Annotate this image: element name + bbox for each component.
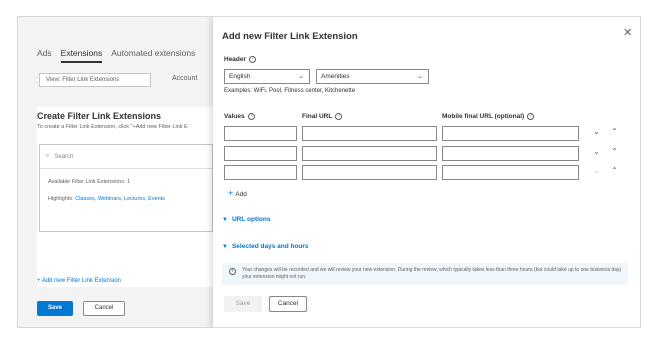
tab-bar: Ads Extensions Automated extensions [37,48,195,63]
move-up-icon[interactable]: ⌃ [610,147,619,156]
value-input-3[interactable] [224,165,297,180]
info-icon: i [229,268,236,275]
highlights-label: Highlights: [48,196,74,202]
tab-extensions[interactable]: Extensions [60,48,103,63]
view-dropdown[interactable]: View: Filter Link Extensions [39,73,151,87]
background-page: Ads Extensions Automated extensions View… [18,17,213,327]
search-icon: ⌕ [46,153,50,159]
header-label: Header? [224,56,257,64]
move-down-icon: ⌄ [593,166,600,175]
chevron-down-icon: ⌄ [298,73,304,80]
highlights-link[interactable]: Classes, Webinars, Lectures, Events [75,196,165,202]
final-url-label-text: Final URL [302,113,333,121]
cancel-button[interactable]: Cancel [269,296,307,312]
final-url-input-1[interactable] [302,126,437,141]
info-icon[interactable]: ? [249,56,257,63]
final-url-input-2[interactable] [302,146,437,161]
value-input-1[interactable] [224,126,297,141]
close-icon[interactable]: ✕ [623,26,632,39]
info-icon[interactable]: ? [335,113,343,120]
chevron-down-icon: ⌄ [417,73,423,80]
values-column-label: Values? [224,113,255,120]
header-category-dropdown[interactable]: Amenities ⌄ [316,69,429,84]
mobile-url-label-text: Mobile final URL (optional) [442,113,525,121]
card-title: Create Filter Link Extensions [37,111,162,121]
info-icon[interactable]: ? [527,113,535,120]
tab-ads[interactable]: Ads [37,48,52,63]
background-cancel-button[interactable]: Cancel [83,301,125,316]
value-input-2[interactable] [224,146,297,161]
language-value: English [229,73,251,80]
search-row[interactable]: ⌕ Search [40,145,212,169]
extensions-list: ⌕ Search Available Filter Link Extension… [39,144,213,232]
mobile-url-input-3[interactable] [442,165,579,180]
chevron-down-icon: ▼ [222,217,228,223]
panel-title: Add new Filter Link Extension [222,31,358,42]
move-down-icon[interactable]: ⌄ [592,127,601,136]
add-label: Add [235,191,247,198]
final-url-column-label: Final URL? [302,113,343,121]
chevron-down-icon: ▼ [222,244,228,250]
save-button[interactable]: Save [224,296,262,312]
final-url-input-3[interactable] [302,165,437,180]
card-description: To create a Filter Link Extension, click… [37,124,188,130]
create-card: Create Filter Link Extensions To create … [37,107,213,287]
plus-icon: + [228,188,234,198]
mobile-url-input-2[interactable] [442,146,579,161]
app-frame: Ads Extensions Automated extensions View… [17,16,641,328]
language-dropdown[interactable]: English ⌄ [224,69,310,84]
add-extension-panel: Add new Filter Link Extension ✕ Header? … [213,17,640,327]
available-count: Available Filter Link Extensions: 1 [48,179,131,185]
background-save-button[interactable]: Save [37,301,73,316]
search-input[interactable]: Search [54,154,73,160]
info-icon[interactable]: ? [247,113,255,120]
add-new-filter-link-link[interactable]: + Add new Filter Link Extension [37,278,121,284]
values-label-text: Values [224,113,245,121]
highlights-row: Highlights: Classes, Webinars, Lectures,… [40,185,212,202]
move-up-icon[interactable]: ⌃ [610,166,619,175]
selected-days-label: Selected days and hours [231,243,309,250]
mobile-url-column-label: Mobile final URL (optional)? [442,113,535,121]
header-examples: Examples: WiFi, Pool, Fitness center, Ki… [224,88,356,94]
header-label-text: Header [224,56,247,64]
mobile-url-input-1[interactable] [442,126,579,141]
category-value: Amenities [321,73,350,80]
url-options-label: URL options [231,216,271,223]
url-options-toggle[interactable]: ▼ URL options [222,216,270,223]
notice-text: Your changes will be recorded and we wil… [242,267,622,280]
add-row-button[interactable]: + Add [228,188,247,198]
account-label[interactable]: Account [172,75,197,82]
move-down-icon[interactable]: ⌄ [592,147,601,156]
review-notice: i Your changes will be recorded and we w… [222,263,628,285]
tab-automated-extensions[interactable]: Automated extensions [111,48,195,63]
selected-days-toggle[interactable]: ▼ Selected days and hours [222,243,309,250]
move-up-icon[interactable]: ⌃ [610,127,619,136]
